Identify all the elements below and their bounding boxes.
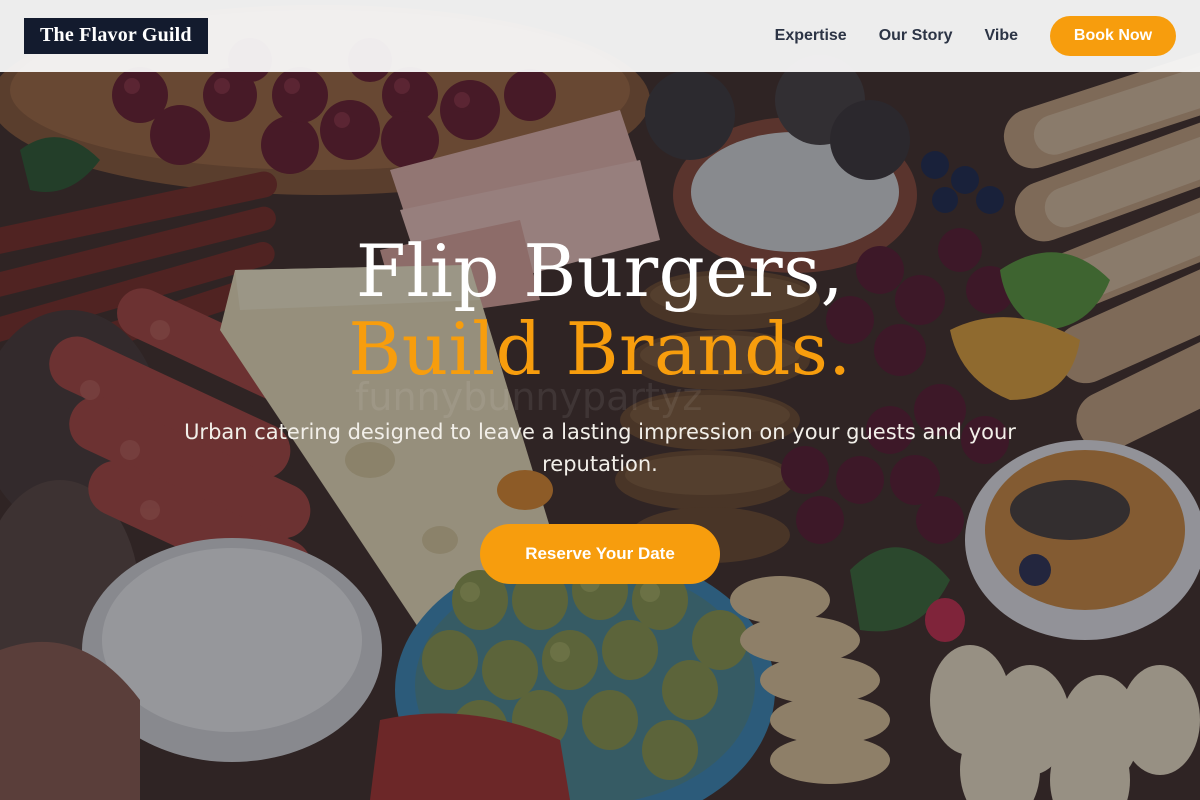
hero-subtitle: Urban catering designed to leave a lasti… xyxy=(184,420,1016,476)
nav-link-vibe[interactable]: Vibe xyxy=(985,27,1019,45)
reserve-date-button[interactable]: Reserve Your Date xyxy=(480,524,720,584)
hero-headline: Flip Burgers, Build Brands. xyxy=(0,232,1200,388)
nav-link-expertise[interactable]: Expertise xyxy=(775,27,847,45)
site-header: The Flavor Guild Expertise Our Story Vib… xyxy=(0,0,1200,72)
hero-section: Flip Burgers, Build Brands. Urban cateri… xyxy=(0,232,1200,584)
main-nav: Expertise Our Story Vibe Book Now xyxy=(775,16,1176,56)
hero-headline-line1: Flip Burgers, xyxy=(355,229,845,313)
brand-logo[interactable]: The Flavor Guild xyxy=(24,18,208,54)
hero-headline-line2: Build Brands. xyxy=(348,307,852,391)
nav-link-our-story[interactable]: Our Story xyxy=(879,27,953,45)
book-now-button[interactable]: Book Now xyxy=(1050,16,1176,56)
